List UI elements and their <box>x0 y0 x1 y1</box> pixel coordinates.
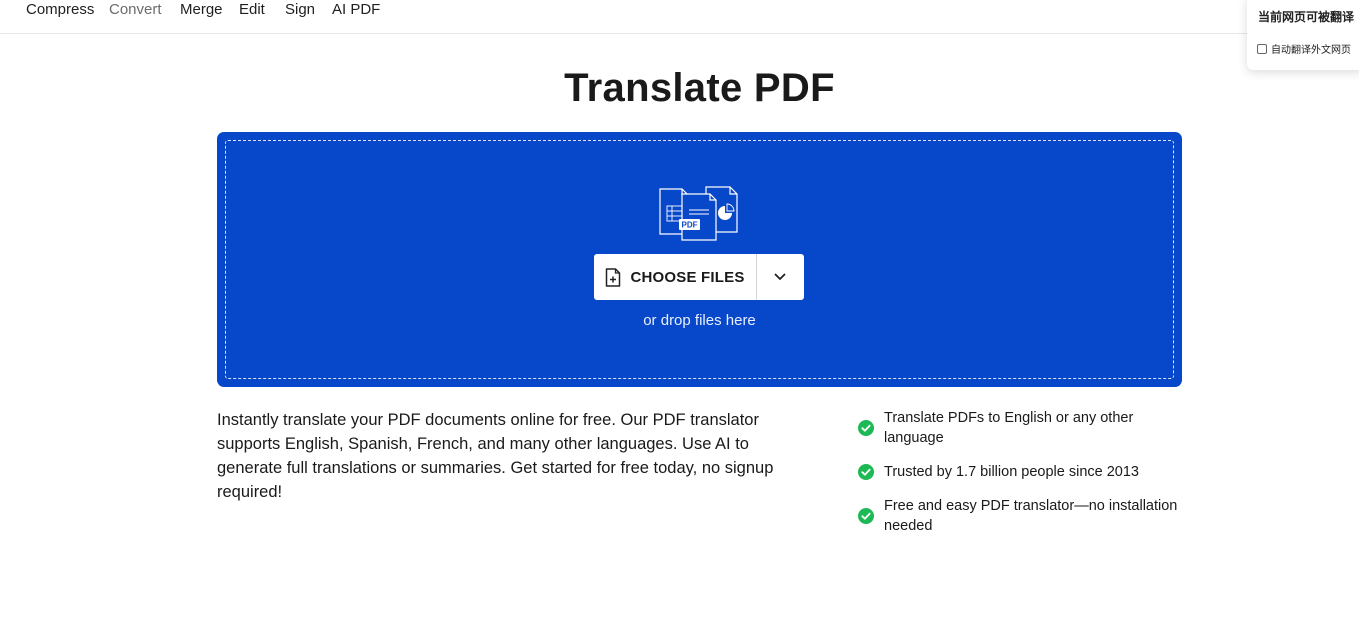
nav-sign[interactable]: Sign <box>285 1 315 18</box>
feature-item: Free and easy PDF translator—no installa… <box>858 496 1178 536</box>
feature-item: Trusted by 1.7 billion people since 2013 <box>858 462 1178 482</box>
drop-files-hint: or drop files here <box>643 312 756 329</box>
auto-translate-checkbox[interactable] <box>1257 43 1267 54</box>
add-file-icon <box>606 267 621 287</box>
translate-popup: 当前网页可被翻译 自动翻译外文网页 <box>1247 0 1359 70</box>
nav-convert[interactable]: Convert <box>109 1 162 18</box>
feature-text: Translate PDFs to English or any other l… <box>884 410 1134 446</box>
check-circle-icon <box>858 464 874 480</box>
feature-text: Trusted by 1.7 billion people since 2013 <box>884 464 1139 480</box>
page-description: Instantly translate your PDF documents o… <box>217 411 774 501</box>
file-dropzone[interactable]: PDF CHOOSE FILES or drop files here <box>217 132 1182 387</box>
nav-ai-pdf[interactable]: AI PDF <box>332 1 380 18</box>
choose-files-group: CHOOSE FILES <box>594 254 804 300</box>
choose-files-button[interactable]: CHOOSE FILES <box>594 254 757 300</box>
pdf-badge: PDF <box>682 221 698 230</box>
check-circle-icon <box>858 508 874 524</box>
upload-source-dropdown[interactable] <box>757 254 803 300</box>
auto-translate-option[interactable]: 自动翻译外文网页 <box>1257 41 1351 56</box>
nav-merge[interactable]: Merge <box>180 1 223 18</box>
feature-text: Free and easy PDF translator—no installa… <box>884 498 1178 534</box>
translate-popup-title: 当前网页可被翻译 <box>1258 10 1355 24</box>
auto-translate-label: 自动翻译外文网页 <box>1271 45 1351 56</box>
feature-item: Translate PDFs to English or any other l… <box>858 408 1178 448</box>
top-nav: Compress Convert Merge Edit Sign AI PDF <box>0 0 1359 34</box>
chevron-down-icon <box>774 273 786 280</box>
choose-files-label: CHOOSE FILES <box>630 268 745 286</box>
check-circle-icon <box>858 420 874 436</box>
page-title: Translate PDF <box>564 66 835 110</box>
nav-edit[interactable]: Edit <box>239 1 265 18</box>
nav-compress[interactable]: Compress <box>26 1 94 18</box>
files-illustration-icon: PDF <box>659 186 738 241</box>
